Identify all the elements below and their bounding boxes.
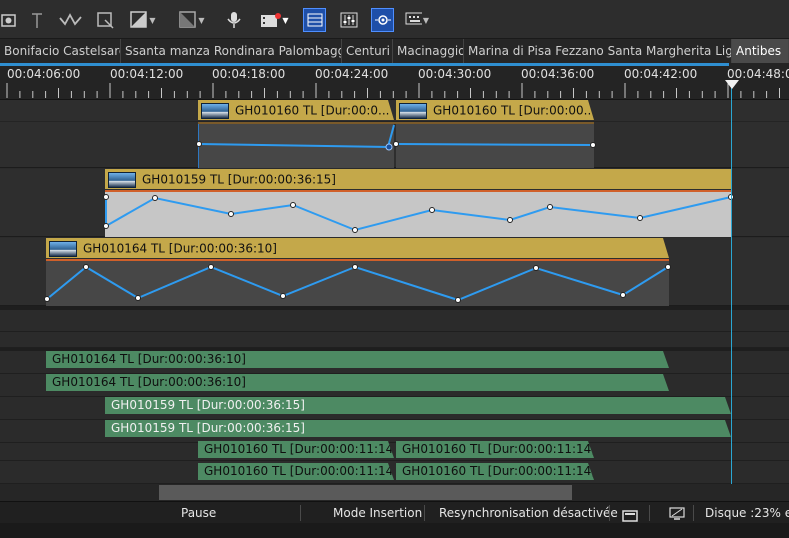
- status-bar: Pause Mode Insertion Resynchronisation d…: [0, 501, 789, 524]
- tab-centuri[interactable]: Centuri: [342, 39, 393, 63]
- audio-clip-label: GH010164 TL [Dur:00:00:36:10]: [52, 375, 246, 389]
- ruler-label: 00:04:18:00: [212, 67, 286, 81]
- status-separator: [424, 505, 425, 521]
- ruler-ticks: [6, 83, 780, 98]
- audio-track-6: [0, 461, 789, 484]
- capture-icon[interactable]: [0, 8, 18, 32]
- audio-clip-label: GH010164 TL [Dur:00:00:36:10]: [52, 352, 246, 366]
- horizontal-scrollbar[interactable]: [0, 484, 789, 501]
- crop-icon[interactable]: [94, 8, 116, 32]
- keyframes[interactable]: [44, 264, 671, 303]
- snap-icon[interactable]: [371, 8, 394, 32]
- audio-clip[interactable]: GH010164 TL [Dur:00:00:36:10]: [46, 374, 669, 391]
- ruler-label: 00:04:24:00: [315, 67, 389, 81]
- sync-status: Resynchronisation désactivée: [439, 506, 618, 520]
- ruler-label: 00:04:42:00: [624, 67, 698, 81]
- disk-usage: Disque :23% es: [705, 506, 789, 520]
- opacity-curve[interactable]: [46, 265, 669, 302]
- storyboard-icon[interactable]: [303, 8, 326, 32]
- ruler-range-bar: [0, 63, 729, 66]
- keyframe[interactable]: [385, 143, 393, 151]
- empty-track: [0, 332, 789, 348]
- ruler-label: 00:04:48:00: [727, 67, 789, 81]
- video-track-1-keyframes: [196, 122, 596, 151]
- keyframe[interactable]: [590, 142, 596, 148]
- waveform-icon[interactable]: [58, 8, 84, 32]
- ruler-label: 00:04:12:00: [110, 67, 184, 81]
- edit-mode: Mode Insertion: [333, 506, 423, 520]
- keyframe[interactable]: [393, 141, 399, 147]
- audio-clip-label: GH010160 TL [Dur:00:00:11:14]: [204, 464, 394, 478]
- audio-clip-label: GH010160 TL [Dur:00:00:11:14]: [402, 464, 594, 478]
- mask-icon[interactable]: ▼: [175, 8, 209, 32]
- tab-bonifacio[interactable]: Bonifacio Castelsardo: [0, 39, 121, 63]
- audio-clip-label: GH010159 TL [Dur:00:00:36:15]: [111, 421, 305, 435]
- ruler-label: 00:04:36:00: [521, 67, 595, 81]
- opacity-curve[interactable]: [105, 196, 732, 232]
- status-separator: [300, 505, 301, 521]
- audio-clip-label: GH010160 TL [Dur:00:00:11:14]: [402, 442, 594, 456]
- ruler-label: 00:04:30:00: [418, 67, 492, 81]
- video-track-3-keyframes: [44, 259, 671, 303]
- audio-clip-label: GH010160 TL [Dur:00:00:11:14]: [204, 442, 394, 456]
- tab-santa-manza[interactable]: Ssanta manza Rondinara Palombaggiaia: [121, 39, 342, 63]
- opacity-curve[interactable]: [395, 143, 593, 146]
- audio-clip[interactable]: GH010159 TL [Dur:00:00:36:15]: [105, 397, 731, 414]
- status-separator: [693, 505, 694, 521]
- audio-track-5: [0, 443, 789, 461]
- status-separator: [609, 505, 610, 521]
- tab-antibes[interactable]: Antibes: [732, 39, 789, 63]
- audio-clip-label: GH010159 TL [Dur:00:00:36:15]: [111, 398, 305, 412]
- scrollbar-thumb[interactable]: [159, 485, 572, 500]
- status-separator: [649, 505, 650, 521]
- audio-clip[interactable]: GH010160 TL [Dur:00:00:11:14]: [396, 441, 594, 458]
- color-correction-icon[interactable]: ▼: [129, 8, 157, 32]
- playhead-handle[interactable]: [725, 80, 739, 89]
- keyframe[interactable]: [196, 141, 202, 147]
- opacity-curve[interactable]: [198, 124, 395, 149]
- microphone-icon[interactable]: [222, 8, 246, 32]
- marker-icon[interactable]: [27, 8, 47, 32]
- timeline-ruler[interactable]: 00:04:06:00 00:04:12:00 00:04:18:00 00:0…: [0, 63, 789, 100]
- play-state: Pause: [181, 506, 217, 520]
- playhead-line[interactable]: [731, 82, 732, 484]
- audio-clip[interactable]: GH010160 TL [Dur:00:00:11:14]: [396, 463, 594, 480]
- empty-track: [0, 310, 789, 332]
- bottom-strip: [0, 523, 789, 538]
- audio-clip[interactable]: GH010160 TL [Dur:00:00:11:14]: [198, 463, 394, 480]
- ruler-label: 00:04:06:00: [7, 67, 81, 81]
- audio-clip[interactable]: GH010160 TL [Dur:00:00:11:14]: [198, 441, 394, 458]
- tab-marina-di-pisa[interactable]: Marina di Pisa Fezzano Santa Margherita …: [464, 39, 732, 63]
- audio-clip[interactable]: GH010164 TL [Dur:00:00:36:10]: [46, 351, 669, 368]
- audio-clip[interactable]: GH010159 TL [Dur:00:00:36:15]: [105, 420, 731, 437]
- video-track-2-keyframes: [103, 190, 734, 233]
- film-record-icon[interactable]: ▼: [256, 8, 292, 32]
- audio-mixer-icon[interactable]: [337, 8, 360, 32]
- toolbar: ▼ ▼ ▼ ▼: [0, 0, 789, 39]
- sequence-tabs: Bonifacio Castelsardo Ssanta manza Rondi…: [0, 39, 789, 64]
- tab-macinaggio[interactable]: Macinaggio: [393, 39, 464, 63]
- keyboard-icon[interactable]: ▼: [405, 8, 429, 32]
